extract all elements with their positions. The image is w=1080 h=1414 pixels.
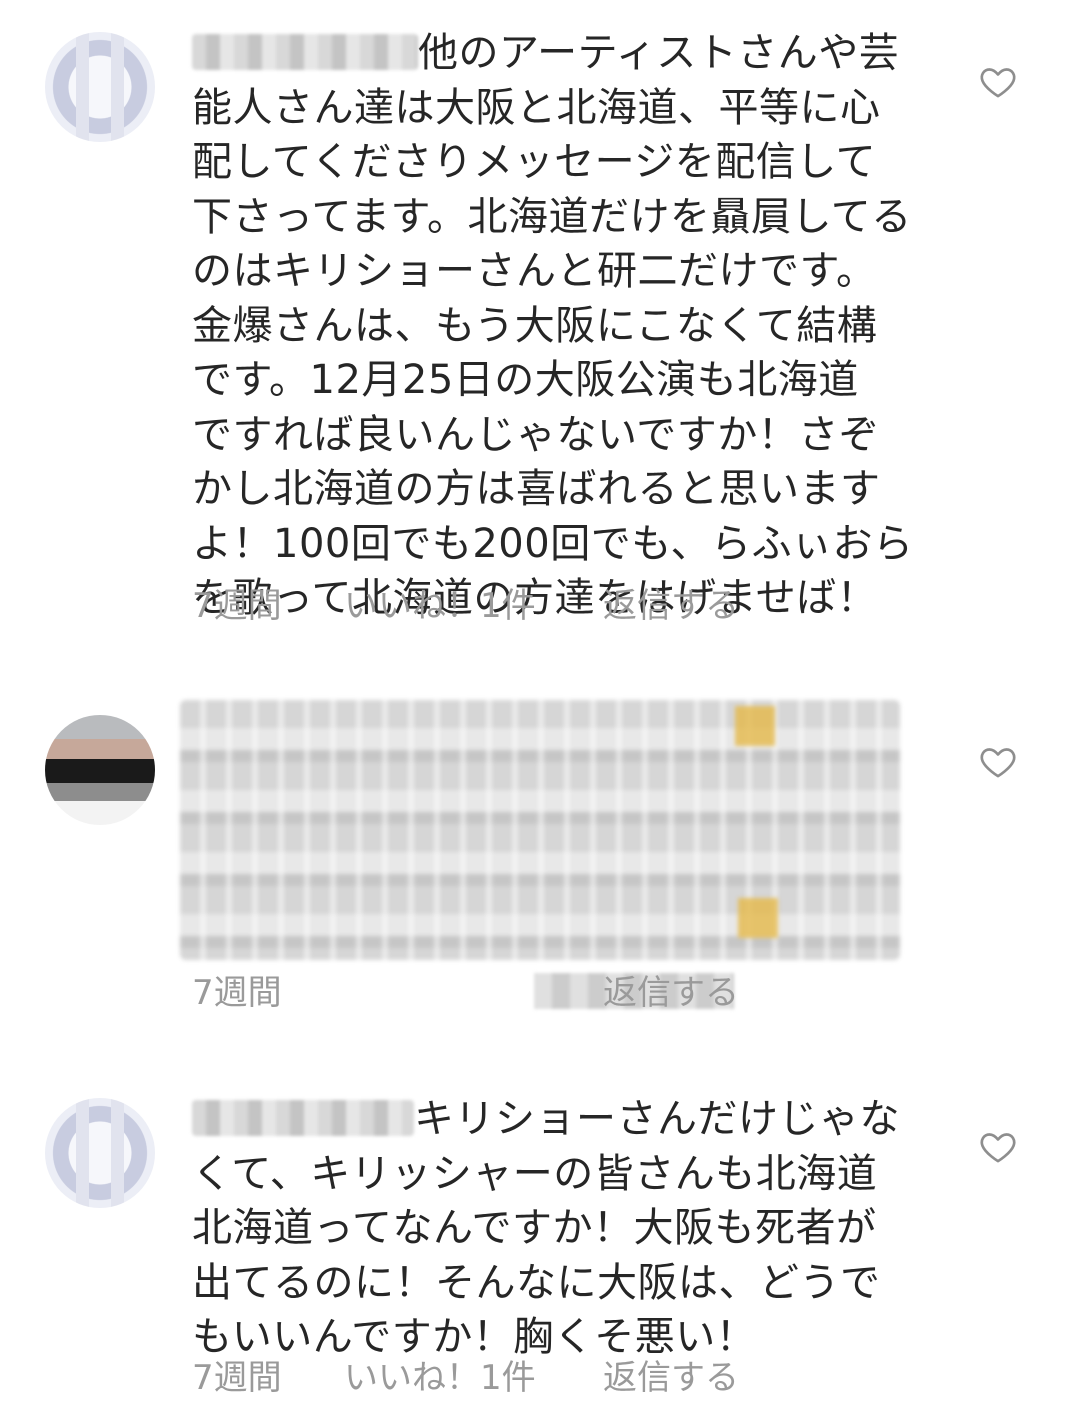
reply-button[interactable]: 返信する (603, 586, 739, 626)
avatar[interactable] (45, 32, 155, 142)
comment-time: 7週間 (192, 973, 282, 1013)
comment-meta: 7週間 いいね！1件 返信する (192, 586, 892, 626)
reply-button[interactable]: 返信する (603, 973, 739, 1013)
comment-text: 他のアーティストさんや芸 能人さん達は大阪と北海道、平等に心 配してくださりメッ… (192, 30, 914, 621)
comment-time: 7週間 (192, 586, 282, 626)
comment-meta: 7週間 返信する (192, 973, 892, 1013)
username-redacted[interactable] (192, 1100, 414, 1136)
comment-meta: 7週間 いいね！1件 返信する (192, 1358, 892, 1398)
username-redacted[interactable] (192, 34, 418, 70)
redacted-emoji (735, 706, 775, 746)
comment-likes[interactable]: いいね！1件 (344, 1358, 536, 1398)
reply-button[interactable]: 返信する (603, 1358, 739, 1398)
avatar[interactable] (45, 1098, 155, 1208)
avatar[interactable] (45, 715, 155, 825)
comment-body: キリショーさんだけじゃな くて、キリッシャーの皆さんも北海道 北海道ってなんです… (192, 1092, 952, 1365)
comment-time: 7週間 (192, 1358, 282, 1398)
heart-icon[interactable] (978, 742, 1018, 782)
comment-likes[interactable]: いいね！1件 (344, 586, 536, 626)
redacted-emoji (738, 898, 778, 938)
redacted-comment-body (180, 700, 900, 960)
comment-body: 他のアーティストさんや芸 能人さん達は大阪と北海道、平等に心 配してくださりメッ… (192, 26, 952, 626)
heart-icon[interactable] (978, 62, 1018, 102)
heart-icon[interactable] (978, 1127, 1018, 1167)
